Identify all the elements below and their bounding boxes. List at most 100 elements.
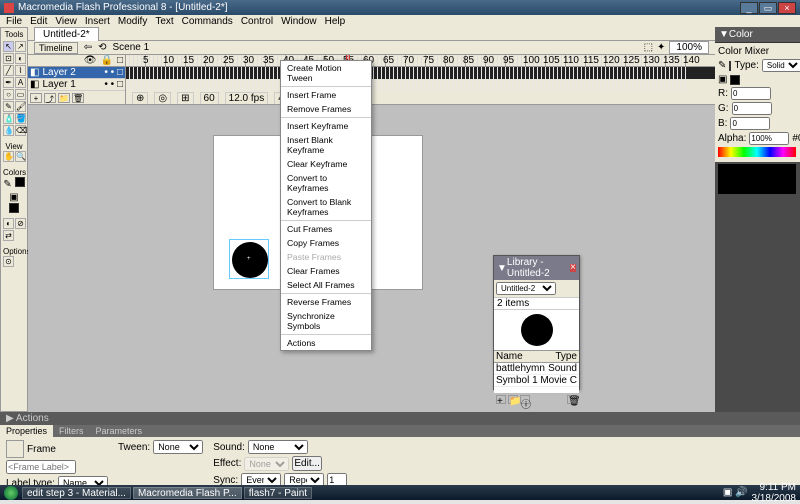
menu-item-remove-frames[interactable]: Remove Frames (281, 102, 371, 116)
menu-help[interactable]: Help (325, 16, 346, 27)
symbol-instance[interactable] (229, 239, 269, 279)
frames-layer2[interactable] (126, 67, 715, 79)
arrow-tool[interactable]: ↖ (3, 41, 14, 52)
close-button[interactable]: × (778, 2, 796, 14)
edit-multiple-button[interactable]: ⊞ (177, 92, 193, 105)
maximize-button[interactable]: ▭ (759, 2, 777, 14)
taskbar-item[interactable]: edit step 3 - Material... (22, 487, 131, 499)
effect-select[interactable]: None (244, 457, 289, 471)
menu-item-reverse-frames[interactable]: Reverse Frames (281, 295, 371, 309)
library-col-type[interactable]: Type (555, 351, 577, 362)
add-layer-button[interactable]: + (30, 93, 42, 103)
filters-tab[interactable]: Filters (53, 425, 90, 437)
fill-type-select[interactable]: Solid (762, 59, 800, 72)
add-folder-button[interactable]: 📁 (58, 93, 70, 103)
properties-tab[interactable]: Properties (0, 425, 53, 437)
outline-icon[interactable]: □ (117, 55, 123, 66)
menu-item-insert-keyframe[interactable]: Insert Keyframe (281, 119, 371, 133)
edit-symbol-icon[interactable]: ✦ (657, 42, 665, 53)
paint-bucket-tool[interactable]: 🪣 (15, 113, 26, 124)
sound-select[interactable]: None (248, 440, 308, 454)
onion-skin-button[interactable]: ⊕ (132, 92, 148, 105)
zoom-tool[interactable]: 🔍 (15, 151, 26, 162)
tray-icons[interactable]: ▣ 🔊 (723, 487, 748, 498)
subselect-tool[interactable]: ↗ (15, 41, 26, 52)
gradient-transform-tool[interactable]: ◐ (15, 53, 26, 64)
layer-row[interactable]: ◧Layer 1• • □ (28, 79, 125, 91)
free-transform-tool[interactable]: ⊡ (3, 53, 14, 64)
new-folder-button[interactable]: 📁 (508, 395, 518, 404)
library-col-name[interactable]: Name (496, 351, 555, 362)
menu-item-clear-frames[interactable]: Clear Frames (281, 264, 371, 278)
menu-item-convert-to-blank-keyframes[interactable]: Convert to Blank Keyframes (281, 195, 371, 219)
library-close[interactable]: × (570, 264, 576, 272)
menu-file[interactable]: File (6, 16, 22, 27)
onion-outline-button[interactable]: ◎ (154, 92, 171, 105)
delete-layer-button[interactable]: 🗑 (72, 93, 84, 103)
menu-item-copy-frames[interactable]: Copy Frames (281, 236, 371, 250)
color-mixer-tab[interactable]: Color Mixer (718, 46, 769, 57)
menu-item-cut-frames[interactable]: Cut Frames (281, 222, 371, 236)
menu-window[interactable]: Window (281, 16, 317, 27)
stroke-swatch[interactable] (15, 177, 25, 187)
color-spectrum[interactable] (718, 147, 796, 157)
brush-tool[interactable]: 🖌 (15, 101, 26, 112)
stroke-chip[interactable] (729, 61, 731, 71)
nocolor-button[interactable]: ⊘ (15, 218, 26, 229)
rectangle-tool[interactable]: ▭ (15, 89, 26, 100)
frame-label-input[interactable] (6, 460, 76, 474)
document-tab[interactable]: Untitled-2* (34, 27, 99, 41)
layer-row[interactable]: ◧Layer 2• • □ (28, 67, 125, 79)
lock-icon[interactable]: 🔒 (101, 55, 113, 66)
menu-item-insert-blank-keyframe[interactable]: Insert Blank Keyframe (281, 133, 371, 157)
b-input[interactable] (730, 117, 770, 130)
fill-chip-icon[interactable]: ▣ (718, 74, 727, 85)
library-item[interactable]: Symbol 1Movie C (494, 375, 579, 387)
delete-item-button[interactable]: 🗑 (567, 395, 577, 404)
option-snap[interactable]: ⊙ (3, 256, 14, 267)
menu-item-convert-to-keyframes[interactable]: Convert to Keyframes (281, 171, 371, 195)
menu-text[interactable]: Text (155, 16, 173, 27)
eye-icon[interactable]: 👁 (84, 55, 97, 66)
menu-item-insert-frame[interactable]: Insert Frame (281, 88, 371, 102)
menu-commands[interactable]: Commands (182, 16, 233, 27)
parameters-tab[interactable]: Parameters (90, 425, 149, 437)
library-doc-select[interactable]: Untitled-2 (496, 282, 556, 295)
menu-control[interactable]: Control (241, 16, 273, 27)
tween-select[interactable]: None (153, 440, 203, 454)
alpha-input[interactable] (749, 132, 789, 145)
minimize-button[interactable]: _ (740, 2, 758, 14)
menu-item-select-all-frames[interactable]: Select All Frames (281, 278, 371, 292)
lasso-tool[interactable]: ⌇ (15, 65, 26, 76)
blackwhite-button[interactable]: ◐ (3, 218, 14, 229)
menu-modify[interactable]: Modify (118, 16, 147, 27)
eraser-tool[interactable]: ⌫ (15, 125, 26, 136)
fill-chip[interactable] (730, 75, 740, 85)
library-item[interactable]: battlehymnSound (494, 363, 579, 375)
pencil-tool[interactable]: ✎ (3, 101, 14, 112)
add-guide-button[interactable]: ⤴ (44, 93, 56, 103)
hand-tool[interactable]: ✋ (3, 151, 14, 162)
fill-color-icon[interactable]: ▣ (9, 192, 18, 203)
zoom-value[interactable]: 100% (669, 41, 709, 54)
menu-item-clear-keyframe[interactable]: Clear Keyframe (281, 157, 371, 171)
r-input[interactable] (731, 87, 771, 100)
stroke-chip-icon[interactable]: ✎ (718, 60, 726, 71)
fill-swatch[interactable] (9, 203, 19, 213)
edit-scene-icon[interactable]: ⬚ (644, 42, 653, 53)
menu-view[interactable]: View (55, 16, 77, 27)
taskbar-item[interactable]: Macromedia Flash P... (133, 487, 242, 499)
g-input[interactable] (732, 102, 772, 115)
new-symbol-button[interactable]: + (496, 395, 506, 404)
menu-insert[interactable]: Insert (85, 16, 110, 27)
effect-edit-button[interactable]: Edit... (292, 456, 322, 471)
actions-panel-title[interactable]: Actions (16, 413, 49, 424)
text-tool[interactable]: A (15, 77, 26, 88)
ink-bottle-tool[interactable]: 🧴 (3, 113, 14, 124)
taskbar-item[interactable]: flash7 - Paint (244, 487, 312, 499)
eyedropper-tool[interactable]: 💧 (3, 125, 14, 136)
timeline-toggle[interactable]: Timeline (34, 42, 78, 54)
menu-item-create-motion-tween[interactable]: Create Motion Tween (281, 61, 371, 85)
scene-label[interactable]: Scene 1 (112, 42, 149, 53)
pen-tool[interactable]: ✒ (3, 77, 14, 88)
